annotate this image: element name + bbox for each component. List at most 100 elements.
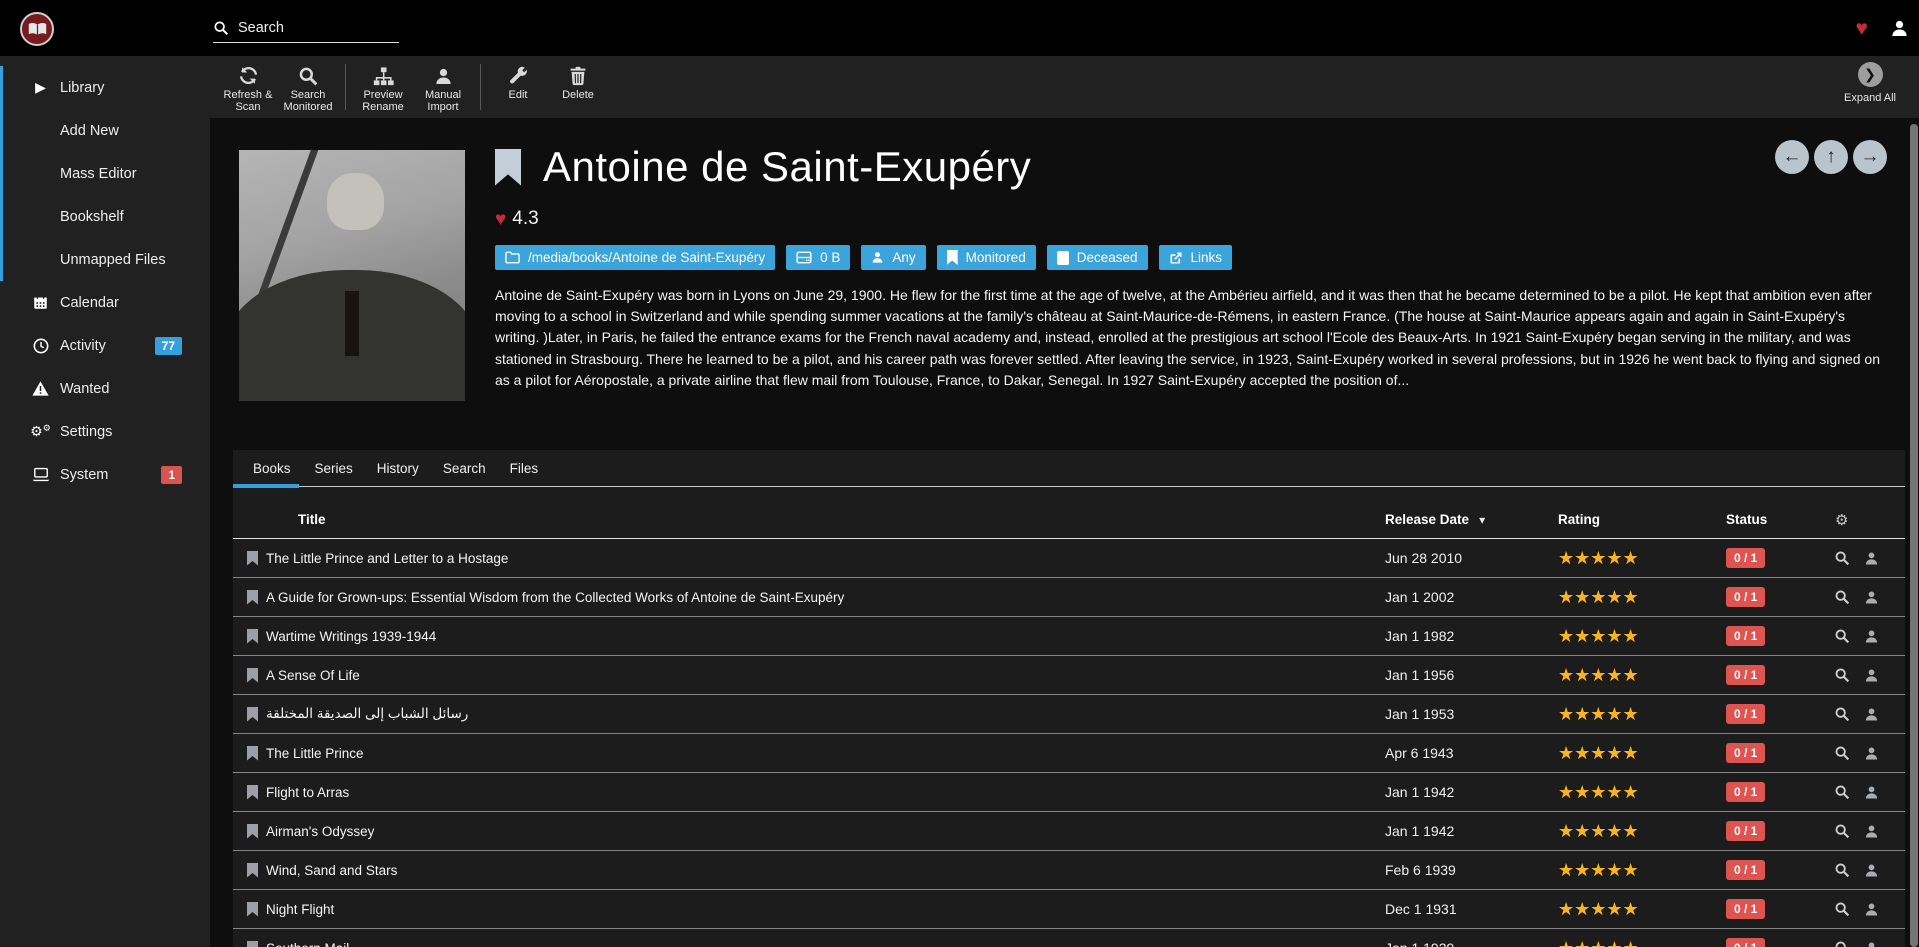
status-label[interactable]: Deceased: [1047, 245, 1148, 270]
book-search-icon[interactable]: [1834, 901, 1850, 917]
search-input[interactable]: [238, 20, 388, 36]
search-monitored-button[interactable]: Search Monitored: [278, 62, 338, 113]
book-interactive-search-icon[interactable]: [1864, 668, 1879, 683]
book-title[interactable]: Wartime Writings 1939-1944: [263, 629, 1385, 644]
sidebar-item-wanted[interactable]: Wanted: [3, 367, 210, 410]
tab-files[interactable]: Files: [498, 450, 551, 486]
book-monitored-bookmark-icon[interactable]: [247, 668, 258, 683]
table-row[interactable]: A Sense Of Life Jan 1 1956 ★★★★★★★★★★ 0 …: [233, 656, 1905, 695]
book-search-icon[interactable]: [1834, 823, 1850, 839]
book-title[interactable]: Flight to Arras: [263, 785, 1385, 800]
book-interactive-search-icon[interactable]: [1864, 785, 1879, 800]
book-title[interactable]: Southern Mail: [263, 941, 1385, 947]
table-row[interactable]: Night Flight Dec 1 1931 ★★★★★★★★★★ 0 / 1: [233, 890, 1905, 929]
sidebar-item-system[interactable]: System 1: [3, 453, 210, 496]
book-monitored-bookmark-icon[interactable]: [247, 902, 258, 917]
book-search-icon[interactable]: [1834, 862, 1850, 878]
sidebar-item-bookshelf[interactable]: Bookshelf: [3, 195, 210, 238]
table-row[interactable]: Wartime Writings 1939-1944 Jan 1 1982 ★★…: [233, 617, 1905, 656]
book-title[interactable]: The Little Prince and Letter to a Hostag…: [263, 551, 1385, 566]
book-monitored-bookmark-icon[interactable]: [247, 707, 258, 722]
table-row[interactable]: Wind, Sand and Stars Feb 6 1939 ★★★★★★★★…: [233, 851, 1905, 890]
book-monitored-bookmark-icon[interactable]: [247, 590, 258, 605]
tab-history[interactable]: History: [365, 450, 431, 486]
preview-rename-button[interactable]: Preview Rename: [353, 62, 413, 113]
book-search-icon[interactable]: [1834, 628, 1850, 644]
book-monitored-bookmark-icon[interactable]: [247, 746, 258, 761]
monitored-bookmark-icon[interactable]: [495, 149, 521, 186]
vertical-scrollbar[interactable]: [1910, 124, 1918, 947]
quality-label[interactable]: Any: [861, 245, 925, 270]
tab-search[interactable]: Search: [431, 450, 498, 486]
book-interactive-search-icon[interactable]: [1864, 902, 1879, 917]
book-search-icon[interactable]: [1834, 550, 1850, 566]
sidebar-item-activity[interactable]: Activity 77: [3, 324, 210, 367]
sidebar-item-calendar[interactable]: Calendar: [3, 281, 210, 324]
table-options-gear-icon[interactable]: ⚙: [1832, 511, 1905, 529]
tab-books[interactable]: Books: [241, 450, 303, 486]
book-interactive-search-icon[interactable]: [1864, 824, 1879, 839]
next-author-button[interactable]: →: [1853, 140, 1887, 174]
table-row[interactable]: Airman's Odyssey Jan 1 1942 ★★★★★★★★★★ 0…: [233, 812, 1905, 851]
book-title[interactable]: Wind, Sand and Stars: [263, 863, 1385, 878]
expand-all-button[interactable]: ❯ Expand All: [1835, 62, 1905, 104]
book-title[interactable]: A Sense Of Life: [263, 668, 1385, 683]
book-title[interactable]: The Little Prince: [263, 746, 1385, 761]
sidebar-item-add-new[interactable]: Add New: [3, 109, 210, 152]
book-interactive-search-icon[interactable]: [1864, 629, 1879, 644]
refresh-scan-button[interactable]: Refresh & Scan: [218, 62, 278, 113]
book-title[interactable]: Night Flight: [263, 902, 1385, 917]
sidebar-item-mass-editor[interactable]: Mass Editor: [3, 152, 210, 195]
column-release-date[interactable]: Release Date▾: [1385, 512, 1558, 527]
book-monitored-bookmark-icon[interactable]: [247, 629, 258, 644]
book-search-icon[interactable]: [1834, 745, 1850, 761]
column-title[interactable]: Title: [263, 512, 1385, 527]
column-status[interactable]: Status: [1726, 512, 1832, 527]
book-search-icon[interactable]: [1834, 784, 1850, 800]
table-row[interactable]: A Guide for Grown-ups: Essential Wisdom …: [233, 578, 1905, 617]
table-row[interactable]: Flight to Arras Jan 1 1942 ★★★★★★★★★★ 0 …: [233, 773, 1905, 812]
monitored-label[interactable]: Monitored: [937, 245, 1036, 270]
book-search-icon[interactable]: [1834, 589, 1850, 605]
sidebar-item-library[interactable]: ▶ Library: [3, 66, 210, 109]
column-rating[interactable]: Rating: [1558, 512, 1726, 527]
table-row[interactable]: The Little Prince Apr 6 1943 ★★★★★★★★★★ …: [233, 734, 1905, 773]
links-label[interactable]: Links: [1159, 245, 1233, 270]
book-actions: [1832, 745, 1905, 761]
book-search-icon[interactable]: [1834, 940, 1850, 947]
book-monitored-bookmark-icon[interactable]: [247, 551, 258, 566]
donate-heart-icon[interactable]: ♥: [1856, 18, 1868, 39]
scroll-top-button[interactable]: ↑: [1814, 140, 1848, 174]
sidebar-item-unmapped-files[interactable]: Unmapped Files: [3, 238, 210, 281]
book-interactive-search-icon[interactable]: [1864, 590, 1879, 605]
book-monitored-bookmark-icon[interactable]: [247, 863, 258, 878]
previous-author-button[interactable]: ←: [1775, 140, 1809, 174]
user-account-icon[interactable]: [1890, 19, 1909, 38]
book-interactive-search-icon[interactable]: [1864, 941, 1879, 947]
book-monitored-bookmark-icon[interactable]: [247, 785, 258, 800]
size-label[interactable]: 0 B: [786, 245, 850, 270]
table-row[interactable]: Southern Mail Jan 1 1929 ★★★★★★★★★★ 0 / …: [233, 929, 1905, 947]
table-row[interactable]: رسائل الشباب إلى الصديقة المختلقة Jan 1 …: [233, 695, 1905, 734]
book-interactive-search-icon[interactable]: [1864, 551, 1879, 566]
sidebar-item-settings[interactable]: ⚙⚙ Settings: [3, 410, 210, 453]
delete-button[interactable]: Delete: [548, 62, 608, 101]
tab-series[interactable]: Series: [303, 450, 365, 486]
book-title[interactable]: A Guide for Grown-ups: Essential Wisdom …: [263, 590, 1385, 605]
book-interactive-search-icon[interactable]: [1864, 863, 1879, 878]
path-label[interactable]: /media/books/Antoine de Saint-Exupéry: [495, 245, 775, 270]
book-monitored-bookmark-icon[interactable]: [247, 941, 258, 947]
table-row[interactable]: The Little Prince and Letter to a Hostag…: [233, 539, 1905, 578]
book-search-icon[interactable]: [1834, 706, 1850, 722]
author-biography: Antoine de Saint-Exupéry was born in Lyo…: [495, 285, 1890, 391]
book-monitored-bookmark-icon[interactable]: [247, 824, 258, 839]
book-title[interactable]: رسائل الشباب إلى الصديقة المختلقة: [263, 706, 1385, 722]
book-search-icon[interactable]: [1834, 667, 1850, 683]
edit-button[interactable]: Edit: [488, 62, 548, 101]
book-interactive-search-icon[interactable]: [1864, 707, 1879, 722]
book-title[interactable]: Airman's Odyssey: [263, 824, 1385, 839]
book-interactive-search-icon[interactable]: [1864, 746, 1879, 761]
readarr-logo-icon[interactable]: [20, 12, 54, 46]
manual-import-button[interactable]: Manual Import: [413, 62, 473, 113]
book-star-rating: ★★★★★★★★★★: [1558, 939, 1726, 947]
